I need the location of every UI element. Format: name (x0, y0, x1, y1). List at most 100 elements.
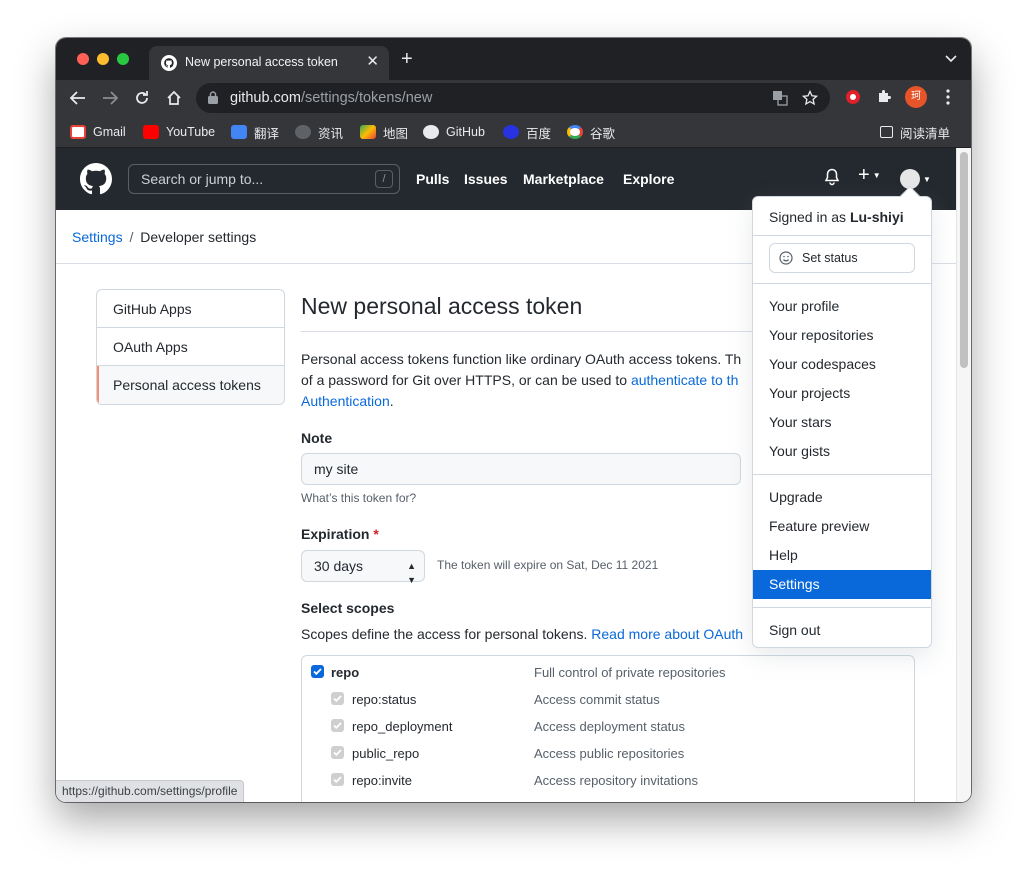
profile-avatar[interactable]: 珂 (905, 86, 927, 108)
required-mark: * (373, 526, 379, 542)
breadcrumb-settings-link[interactable]: Settings (72, 229, 123, 245)
scope-checkbox-public-repo[interactable] (331, 746, 344, 759)
new-tab-button[interactable]: + (401, 49, 413, 69)
bookmark-label: YouTube (166, 125, 216, 139)
menu-sign-out[interactable]: Sign out (753, 616, 931, 645)
set-status-label: Set status (802, 251, 858, 265)
translate-icon[interactable] (772, 90, 788, 109)
username: Lu-shiyi (849, 209, 904, 225)
menu-your-profile[interactable]: Your profile (753, 292, 931, 321)
bookmark-gmail[interactable]: Gmail (70, 122, 126, 142)
minimize-window-button[interactable] (97, 53, 109, 65)
url-host: github.com (230, 90, 301, 106)
tab-search-chevron-icon[interactable] (945, 52, 957, 66)
avatar-caret-icon: ▼ (923, 174, 931, 184)
bookmark-baidu[interactable]: 百度 (503, 122, 551, 142)
authentication-link[interactable]: Authentication (301, 393, 390, 409)
close-tab-icon[interactable]: ✕ (366, 52, 379, 70)
zoom-window-button[interactable] (117, 53, 129, 65)
expiration-note: The token will expire on Sat, Dec 11 202… (437, 558, 659, 572)
scope-name: repo (331, 665, 360, 680)
set-status-button[interactable]: Set status (769, 243, 915, 273)
extensions-puzzle-icon[interactable] (876, 89, 892, 105)
sidebar-item-personal-access-tokens[interactable]: Personal access tokens (97, 366, 284, 404)
url-text[interactable]: github.com/settings/tokens/new (230, 90, 432, 106)
read-more-oauth-link[interactable]: Read more about OAuth (591, 626, 743, 642)
bookmark-github[interactable]: GitHub (423, 122, 485, 142)
bookmark-translate[interactable]: 翻译 (231, 122, 279, 142)
menu-feature-preview[interactable]: Feature preview (753, 512, 931, 541)
bookmark-google[interactable]: 谷歌 (567, 122, 615, 142)
description-line-1: Personal access tokens function like ord… (301, 351, 742, 367)
user-avatar-menu[interactable]: ▼ (900, 169, 931, 189)
nav-pulls[interactable]: Pulls (416, 171, 449, 187)
news-icon (295, 125, 311, 139)
search-input[interactable]: Search or jump to... / (128, 164, 400, 194)
tab-title: New personal access token (185, 55, 338, 69)
expiration-label: Expiration * (301, 526, 379, 542)
description-period: . (389, 393, 394, 409)
scope-checkbox-repo-deployment[interactable] (331, 719, 344, 732)
scope-description: Access commit status (534, 692, 660, 707)
create-new-plus-icon[interactable]: + ▼ (858, 164, 881, 187)
nav-issues[interactable]: Issues (464, 171, 508, 187)
lock-icon[interactable] (208, 91, 218, 104)
browser-toolbar: github.com/settings/tokens/new 珂 (56, 80, 971, 116)
sidebar-item-github-apps[interactable]: GitHub Apps (97, 290, 284, 328)
page-scrollbar[interactable] (956, 148, 971, 802)
description-text: of a password for Git over HTTPS, or can… (301, 372, 631, 388)
scope-checkbox-repo[interactable] (311, 665, 324, 678)
reload-icon[interactable] (130, 86, 154, 110)
menu-upgrade[interactable]: Upgrade (753, 483, 931, 512)
scope-row-repo-invite: repo:invite Access repository invitation… (302, 768, 914, 795)
menu-your-stars[interactable]: Your stars (753, 408, 931, 437)
browser-tab[interactable]: New personal access token ✕ (149, 46, 389, 80)
scope-checkbox-repo-status[interactable] (331, 692, 344, 705)
expiration-label-text: Expiration (301, 526, 370, 542)
scrollbar-thumb[interactable] (960, 152, 968, 368)
authenticate-link[interactable]: authenticate to th (631, 372, 738, 388)
bookmark-youtube[interactable]: YouTube (143, 122, 215, 142)
bookmark-label: 百度 (526, 126, 552, 141)
dropdown-divider (753, 474, 931, 475)
description-line-2: of a password for Git over HTTPS, or can… (301, 370, 761, 391)
menu-your-gists[interactable]: Your gists (753, 437, 931, 466)
nav-explore[interactable]: Explore (623, 171, 674, 187)
link-status-bubble: https://github.com/settings/profile (56, 780, 245, 802)
scope-checkbox-repo-invite[interactable] (331, 773, 344, 786)
record-extension-icon[interactable] (845, 89, 861, 105)
bookmark-star-icon[interactable] (801, 89, 819, 109)
dropdown-divider (753, 607, 931, 608)
menu-help[interactable]: Help (753, 541, 931, 570)
bookmark-label: 翻译 (254, 126, 280, 141)
menu-your-repositories[interactable]: Your repositories (753, 321, 931, 350)
home-icon[interactable] (162, 86, 186, 110)
dropdown-divider (753, 283, 931, 284)
note-label: Note (301, 430, 333, 446)
github-logo-icon[interactable] (80, 163, 112, 195)
smiley-icon (779, 251, 793, 265)
menu-settings[interactable]: Settings (753, 570, 931, 599)
github-bookmark-icon (423, 125, 439, 139)
breadcrumb-separator: / (129, 229, 134, 245)
menu-your-projects[interactable]: Your projects (753, 379, 931, 408)
note-input[interactable]: my site (301, 453, 741, 485)
notifications-bell-icon[interactable] (824, 168, 840, 191)
expiration-selected-value: 30 days (314, 558, 364, 574)
nav-marketplace[interactable]: Marketplace (523, 171, 604, 187)
bookmark-maps[interactable]: 地图 (360, 122, 408, 142)
address-bar[interactable]: github.com/settings/tokens/new (196, 83, 830, 113)
sidebar-item-oauth-apps[interactable]: OAuth Apps (97, 328, 284, 366)
reading-list[interactable]: 阅读清单 (880, 122, 950, 142)
scope-description: Access public repositories (534, 746, 685, 761)
forward-arrow-icon[interactable] (98, 86, 122, 110)
menu-your-codespaces[interactable]: Your codespaces (753, 350, 931, 379)
expiration-select[interactable]: 30 days ▲ ▼ (301, 550, 425, 585)
bookmark-label: 资讯 (318, 126, 344, 141)
browser-menu-icon[interactable] (946, 89, 950, 110)
bookmark-news[interactable]: 资讯 (295, 122, 343, 142)
url-path: /settings/tokens/new (300, 90, 433, 106)
back-arrow-icon[interactable] (66, 86, 90, 110)
close-window-button[interactable] (77, 53, 89, 65)
scopes-description: Scopes define the access for personal to… (301, 626, 743, 642)
